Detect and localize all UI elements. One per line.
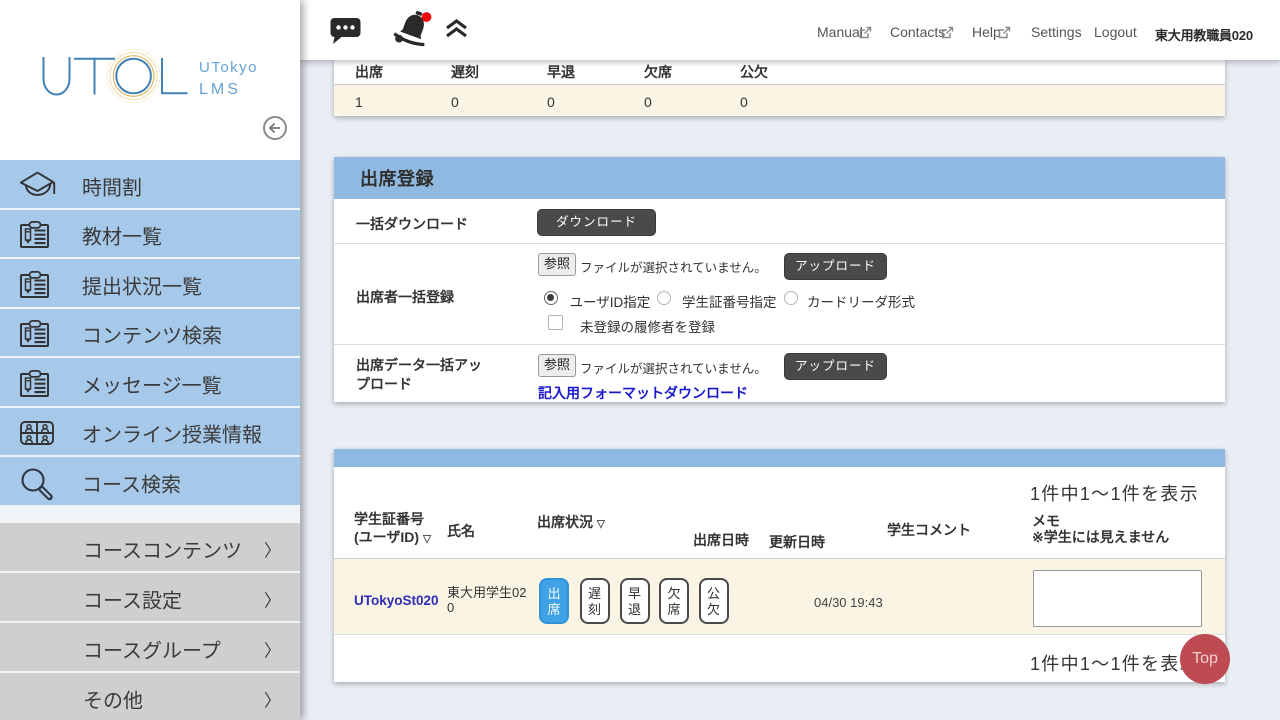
svg-text:UTokyo: UTokyo [199,59,258,76]
svg-text:LMS: LMS [199,81,241,98]
